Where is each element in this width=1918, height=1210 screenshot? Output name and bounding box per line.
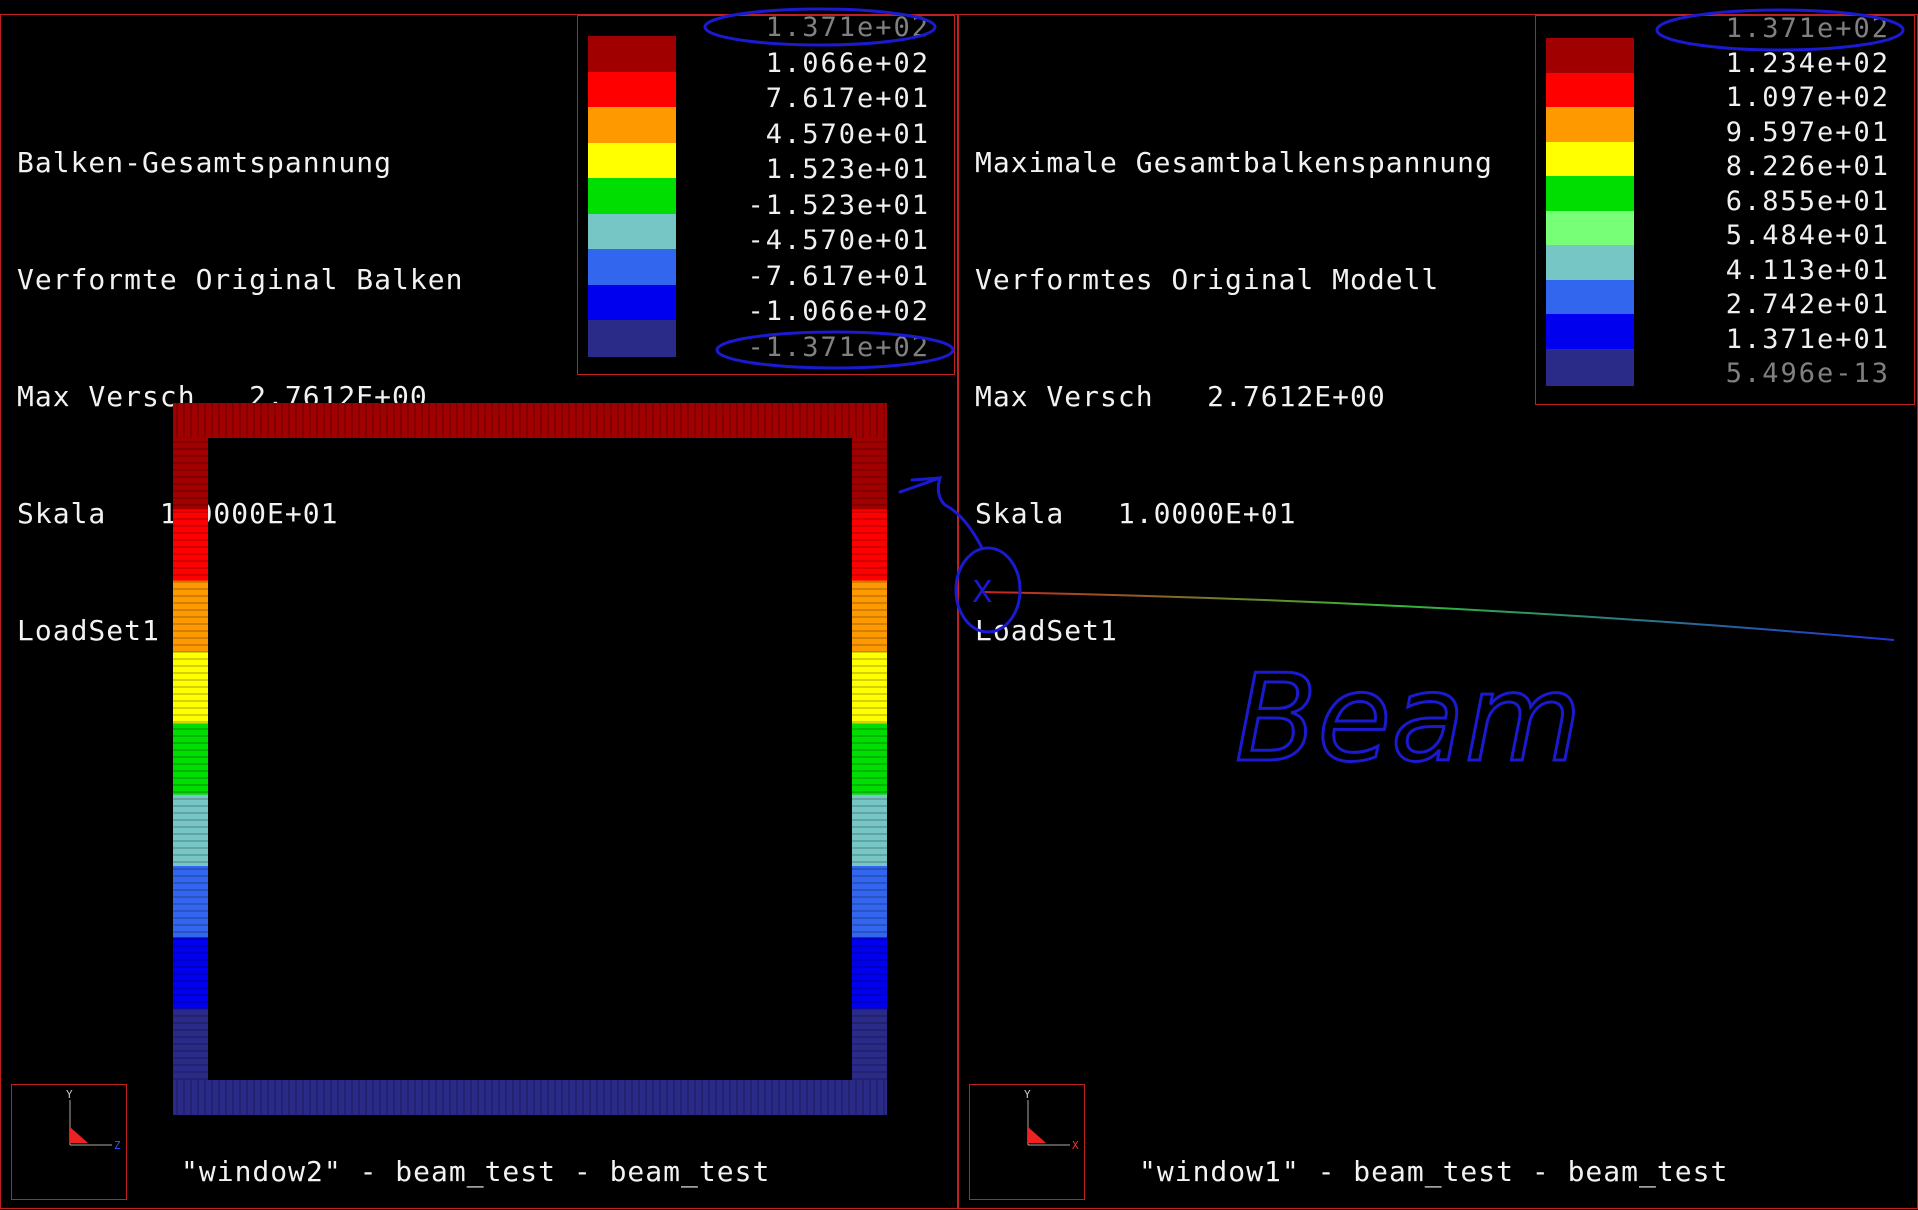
axis-triad: Y Z	[11, 1084, 127, 1200]
beam-cross-section	[173, 403, 887, 1115]
axis-triad-icon: Y X	[1024, 1088, 1079, 1152]
beam-model-view	[980, 591, 1895, 641]
axis-triad: Y X	[969, 1084, 1085, 1200]
beam-right-web-band	[852, 937, 887, 1010]
svg-text:Y: Y	[66, 1088, 73, 1101]
beam-left-web-band	[173, 1008, 208, 1081]
beam-top-flange	[173, 403, 887, 438]
beam-right-web-band	[852, 1008, 887, 1081]
beam-left-web-band	[173, 866, 208, 938]
beam-left-web-band	[173, 652, 208, 724]
beam-right-web-band	[852, 652, 887, 724]
axis-triad-icon: Y Z	[66, 1088, 121, 1152]
svg-text:X: X	[1072, 1139, 1079, 1152]
viewport-window2[interactable]: Balken-Gesamtspannung Verformte Original…	[0, 12, 958, 1209]
beam-right-web-band	[852, 509, 887, 582]
beam-right-web-band	[852, 866, 887, 938]
beam-line	[980, 591, 1895, 641]
window-caption: "window1" - beam_test - beam_test	[1139, 1155, 1729, 1188]
beam-left-web-band	[173, 937, 208, 1010]
svg-text:Z: Z	[114, 1139, 121, 1152]
beam-right-web-band	[852, 794, 887, 867]
beam-left-web-band	[173, 794, 208, 867]
beam-left-web-band	[173, 509, 208, 582]
viewport-window1[interactable]: Maximale Gesamtbalkenspannung Verformtes…	[958, 13, 1918, 1209]
beam-left-web-band	[173, 723, 208, 796]
beam-bottom-flange	[173, 1080, 887, 1115]
mesh-hatching	[173, 403, 887, 1115]
window-caption: "window2" - beam_test - beam_test	[181, 1155, 771, 1188]
svg-text:Y: Y	[1024, 1088, 1031, 1101]
beam-right-web-band	[852, 723, 887, 796]
